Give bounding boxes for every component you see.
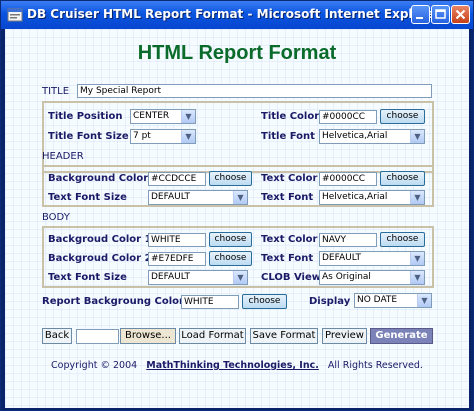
clob-view-label: CLOB View (261, 272, 321, 283)
body-bg1-choose-button[interactable]: choose (209, 232, 252, 247)
format-file-input[interactable] (76, 329, 119, 344)
close-button[interactable] (451, 5, 470, 24)
report-bg-input[interactable]: WHITE (181, 295, 239, 309)
title-color-choose-button[interactable]: choose (380, 109, 425, 124)
title-position-label: Title Position (48, 111, 123, 122)
header-font-size-label: Text Font Size (48, 192, 127, 203)
page-title: HTML Report Format (137, 42, 337, 64)
title-font-select[interactable]: Helvetica,Arial ▼ (319, 129, 425, 144)
header-options-group: Background Color #CCDCCE choose Text Col… (42, 165, 434, 207)
chevron-down-icon: ▼ (410, 191, 424, 204)
report-bg-label: Report Backgroung Color (42, 296, 184, 307)
copyright-text: Copyright © 2004 (51, 360, 138, 371)
title-font-label: Title Font (261, 131, 315, 142)
page-content: HTML Report Format TITLE My Special Repo… (5, 29, 469, 408)
back-button[interactable]: Back (42, 328, 72, 344)
header-text-color-label: Text Color (261, 173, 318, 184)
minimize-button[interactable] (411, 5, 430, 24)
body-text-color-choose-button[interactable]: choose (380, 232, 425, 247)
body-section-label: BODY (42, 212, 70, 223)
title-options-group: Title Position CENTER ▼ Title Color #0000… (42, 101, 434, 173)
header-bg-color-label: Background Color (48, 173, 149, 184)
chevron-down-icon: ▼ (181, 110, 195, 123)
clob-view-select[interactable]: As Original ▼ (319, 270, 425, 285)
body-text-color-input[interactable]: NAVY (319, 233, 377, 247)
body-bg2-label: Backgroud Color 2 (48, 253, 152, 264)
window-title: DB Cruiser HTML Report Format - Microsof… (27, 7, 441, 21)
header-font-select[interactable]: Helvetica,Arial ▼ (319, 190, 425, 205)
chevron-down-icon: ▼ (410, 130, 424, 143)
rights-text: All Rights Reserved. (327, 360, 423, 371)
header-bg-color-choose-button[interactable]: choose (209, 171, 252, 186)
body-options-group: Backgroud Color 1 WHITE choose Text Colo… (42, 226, 434, 288)
body-bg2-input[interactable]: #E7EDFE (148, 252, 206, 266)
header-section-label: HEADER (42, 151, 84, 162)
ie-icon (7, 8, 23, 22)
display-select[interactable]: NO DATE ▼ (354, 293, 432, 308)
body-bg1-label: Backgroud Color 1 (48, 234, 152, 245)
body-font-select[interactable]: DEFAULT ▼ (319, 251, 425, 266)
title-font-size-label: Title Font Size (48, 131, 129, 142)
title-input[interactable]: My Special Report (77, 84, 432, 98)
save-format-button[interactable]: Save Format (250, 328, 318, 344)
body-font-label: Text Font (261, 253, 314, 264)
title-position-select[interactable]: CENTER ▼ (130, 109, 196, 124)
footer: Copyright © 2004 MathThinking Technologi… (5, 360, 469, 371)
browser-window: DB Cruiser HTML Report Format - Microsof… (0, 0, 474, 411)
title-section-label: TITLE (42, 86, 70, 97)
report-bg-choose-button[interactable]: choose (242, 294, 287, 309)
header-font-size-select[interactable]: DEFAULT ▼ (148, 190, 248, 205)
body-font-size-select[interactable]: DEFAULT ▼ (148, 270, 248, 285)
chevron-down-icon: ▼ (417, 294, 431, 307)
title-bar: DB Cruiser HTML Report Format - Microsof… (1, 1, 473, 29)
preview-button[interactable]: Preview (322, 328, 367, 344)
maximize-icon (435, 9, 446, 19)
header-text-color-choose-button[interactable]: choose (380, 171, 425, 186)
header-bg-color-input[interactable]: #CCDCCE (148, 172, 206, 186)
title-font-size-select[interactable]: 7 pt ▼ (130, 129, 196, 144)
display-label: Display (309, 296, 351, 307)
chevron-down-icon: ▼ (410, 271, 424, 284)
body-text-color-label: Text Color (261, 234, 318, 245)
maximize-button[interactable] (431, 5, 450, 24)
body-font-size-label: Text Font Size (48, 272, 127, 283)
title-color-input[interactable]: #0000CC (319, 110, 377, 124)
body-bg1-input[interactable]: WHITE (148, 233, 206, 247)
minimize-icon (416, 17, 423, 19)
chevron-down-icon: ▼ (233, 271, 247, 284)
company-link[interactable]: MathThinking Technologies, Inc. (146, 360, 319, 371)
load-format-button[interactable]: Load Format (179, 328, 246, 344)
header-font-label: Text Font (261, 192, 314, 203)
chevron-down-icon: ▼ (181, 130, 195, 143)
chevron-down-icon: ▼ (410, 252, 424, 265)
body-bg2-choose-button[interactable]: choose (209, 251, 252, 266)
generate-button[interactable]: Generate (370, 328, 433, 344)
chevron-down-icon: ▼ (233, 191, 247, 204)
header-text-color-input[interactable]: #0000CC (319, 172, 377, 186)
close-icon (455, 9, 466, 20)
title-color-label: Title Color (261, 111, 320, 122)
browse-button[interactable]: Browse... (120, 328, 176, 344)
